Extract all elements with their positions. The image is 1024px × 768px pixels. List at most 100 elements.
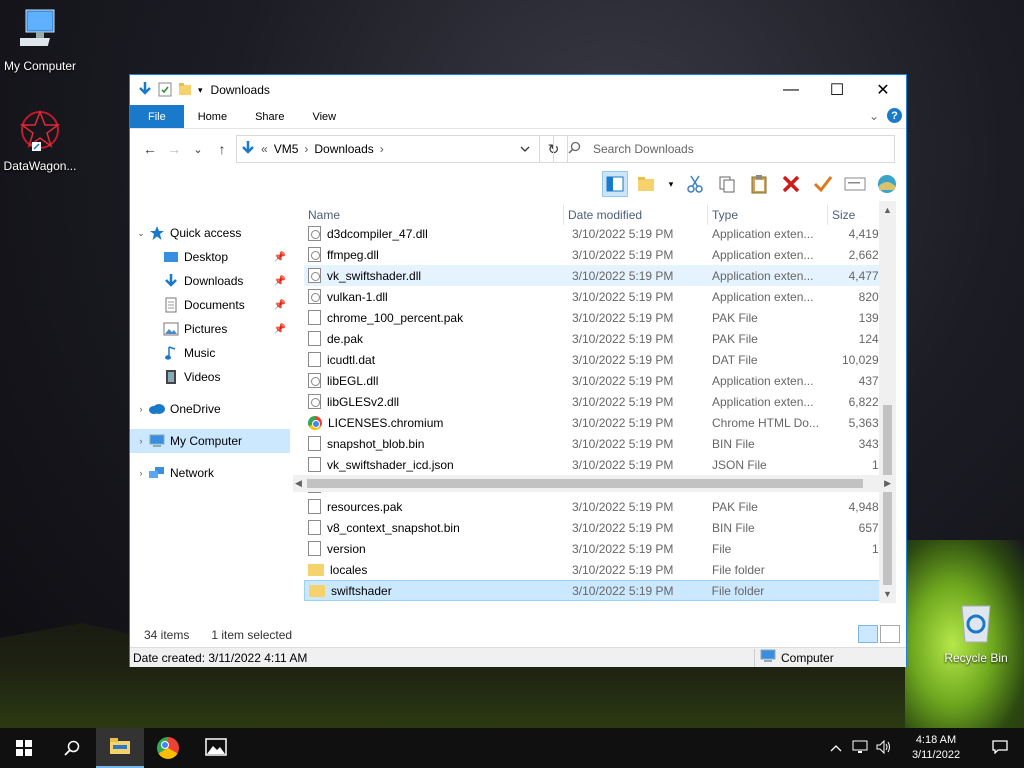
table-row[interactable]: vk_swiftshader_icd.json 3/10/2022 5:19 PM… [304,454,890,475]
table-row[interactable]: vk_swiftshader.dll 3/10/2022 5:19 PM Appli… [304,265,890,286]
address-segment-vm5[interactable]: VM5 [274,142,299,156]
copy-icon[interactable] [714,171,740,197]
download-arrow-icon[interactable] [138,81,152,100]
column-header-name[interactable]: Name [304,205,564,225]
desktop-icon-datawagon[interactable]: DataWagon... [0,108,80,173]
search-box[interactable]: Search Downloads [553,135,895,163]
nav-item-downloads[interactable]: Downloads 📌 [130,269,290,293]
nav-item-onedrive[interactable]: › OneDrive [130,397,290,421]
recent-locations-button[interactable]: ⌄ [186,143,210,156]
table-row[interactable]: icudtl.dat 3/10/2022 5:19 PM DAT File 10,02… [304,349,890,370]
nav-item-music[interactable]: Music [130,341,290,365]
folder-options-dropdown-icon[interactable]: ▾ [666,171,676,197]
new-folder-icon[interactable] [178,82,192,99]
chevron-right-icon[interactable]: › [134,404,148,414]
navigation-pane-toggle-icon[interactable] [602,171,628,197]
address-bar[interactable]: « VM5 › Downloads › [236,135,540,163]
table-row[interactable]: libGLESv2.dll 3/10/2022 5:19 PM Applicatio… [304,391,890,412]
close-button[interactable]: ✕ [860,75,906,105]
notification-center-button[interactable] [976,739,1024,757]
paste-icon[interactable] [746,171,772,197]
nav-item-my-computer[interactable]: › My Computer [130,429,290,453]
tab-home[interactable]: Home [184,105,241,128]
help-icon[interactable]: ? [887,108,902,123]
folder-options-icon[interactable] [634,171,660,197]
table-row[interactable]: libEGL.dll 3/10/2022 5:19 PM Application e… [304,370,890,391]
table-row[interactable]: LICENSES.chromium 3/10/2022 5:19 PM Chrome… [304,412,890,433]
address-segment-downloads[interactable]: Downloads [314,142,373,156]
pin-icon[interactable]: 📌 [274,276,286,287]
pin-icon[interactable]: 📌 [274,252,286,263]
chevron-right-icon[interactable]: › [304,142,308,156]
title-bar[interactable]: ▾ Downloads — ☐ ✕ [130,75,906,105]
address-history-dropdown[interactable] [510,135,540,163]
tab-file[interactable]: File [130,105,184,128]
table-row[interactable]: locales 3/10/2022 5:19 PM File folder [304,559,890,580]
chevron-right-icon[interactable]: › [380,142,384,156]
tab-view[interactable]: View [298,105,350,128]
table-row[interactable]: v8_context_snapshot.bin 3/10/2022 5:19 PM… [304,517,890,538]
chevron-right-icon[interactable]: › [134,468,148,478]
chevron-up-icon[interactable] [824,741,848,755]
table-row[interactable]: swiftshader 3/10/2022 5:19 PM File folder [304,580,890,601]
nav-item-documents[interactable]: Documents 📌 [130,293,290,317]
volume-icon[interactable] [872,739,896,757]
scroll-up-arrow-icon[interactable]: ▲ [883,205,892,215]
table-row[interactable]: version3/10/2022 5:19 PMFile1 K [304,538,890,559]
address-prefix[interactable]: « [261,142,268,156]
nav-item-quick-access[interactable]: ⌄ Quick access [130,221,290,245]
nav-item-network[interactable]: › Network [130,461,290,485]
table-row[interactable]: de.pak 3/10/2022 5:19 PM PAK File 124 K [304,328,890,349]
up-button[interactable]: ↑ [210,141,234,157]
nav-item-videos[interactable]: Videos [130,365,290,389]
properties-icon[interactable] [158,81,172,100]
customize-dropdown-icon[interactable]: ▾ [198,85,203,96]
vertical-scrollbar[interactable]: ▲ ▼ [879,201,896,603]
taskbar-chrome[interactable] [144,728,192,768]
maximize-button[interactable]: ☐ [814,75,860,105]
search-button[interactable] [48,728,96,768]
nav-item-desktop[interactable]: Desktop 📌 [130,245,290,269]
table-row[interactable]: snapshot_blob.bin 3/10/2022 5:19 PM BIN Fi… [304,433,890,454]
taskbar-file-explorer[interactable] [96,728,144,768]
clock-date: 3/11/2022 [911,749,961,761]
scroll-down-arrow-icon[interactable]: ▼ [883,589,892,599]
cut-icon[interactable] [682,171,708,197]
forward-button[interactable]: → [162,141,186,157]
network-tray-icon[interactable] [848,740,872,757]
nav-item-pictures[interactable]: Pictures 📌 [130,317,290,341]
details-view-button[interactable] [858,625,878,643]
expand-ribbon-icon[interactable]: ⌄ [869,109,879,123]
minimize-button[interactable]: — [768,75,814,105]
scrollbar-thumb[interactable] [307,479,863,488]
pin-icon[interactable]: 📌 [274,300,286,311]
tab-share[interactable]: Share [241,105,298,128]
delete-icon[interactable] [778,171,804,197]
horizontal-scrollbar[interactable]: ◀ ▶ [293,475,893,492]
scrollbar-thumb[interactable] [883,405,892,585]
rename-icon[interactable] [842,171,868,197]
back-button[interactable]: ← [138,141,162,157]
command-toolbar: ▾ [130,169,906,201]
chevron-down-icon[interactable]: ⌄ [134,228,148,239]
table-row[interactable]: d3dcompiler_47.dll 3/10/2022 5:19 PM Appli… [304,223,890,244]
table-row[interactable]: ffmpeg.dll 3/10/2022 5:19 PM Application e… [304,244,890,265]
search-input[interactable]: Search Downloads [593,142,694,156]
scroll-right-arrow-icon[interactable]: ▶ [884,478,891,489]
table-row[interactable]: vulkan-1.dll 3/10/2022 5:19 PM Application… [304,286,890,307]
column-header-date-modified[interactable]: Date modified [564,205,708,225]
column-header-type[interactable]: Type [708,205,828,225]
table-row[interactable]: resources.pak 3/10/2022 5:19 PM PAK File 4,… [304,496,890,517]
desktop-icon-recycle-bin[interactable]: Recycle Bin [936,600,1016,665]
chevron-right-icon[interactable]: › [134,436,148,446]
desktop-icon-my-computer[interactable]: My Computer [0,8,80,73]
table-row[interactable]: chrome_100_percent.pak 3/10/2022 5:19 PM P… [304,307,890,328]
large-icons-view-button[interactable] [880,625,900,643]
start-button[interactable] [0,728,48,768]
clock[interactable]: 4:18 AM 3/11/2022 [896,733,976,763]
checkmark-icon[interactable] [810,171,836,197]
scroll-left-arrow-icon[interactable]: ◀ [295,478,302,489]
globe-icon[interactable] [874,171,900,197]
taskbar-photos[interactable] [192,728,240,768]
pin-icon[interactable]: 📌 [274,324,286,335]
